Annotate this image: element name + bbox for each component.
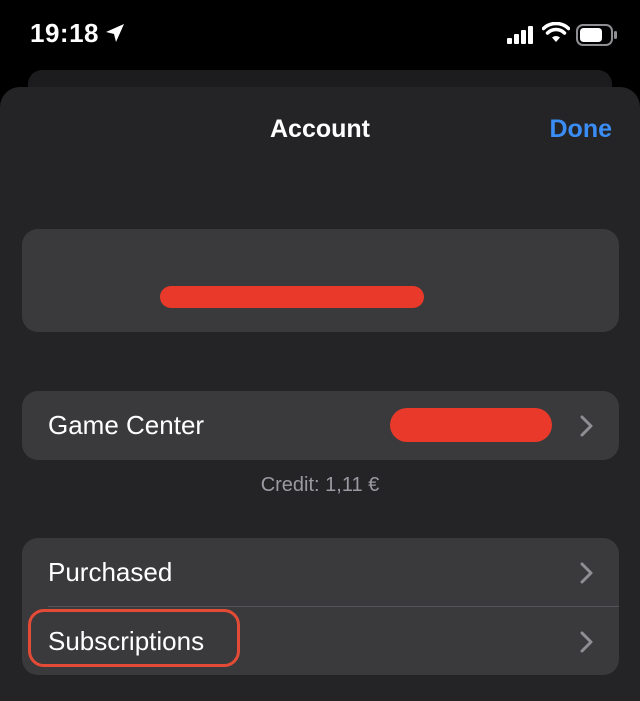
app-store-account-screen: 19:18 Account Done Game Center Credit: 1… bbox=[0, 0, 640, 701]
sheet-title: Account bbox=[270, 115, 370, 143]
chevron-right-icon bbox=[580, 415, 593, 436]
purchased-label: Purchased bbox=[48, 557, 173, 587]
subscriptions-row[interactable]: Subscriptions bbox=[22, 607, 619, 675]
subscriptions-label: Subscriptions bbox=[48, 626, 205, 656]
game-center-card: Game Center bbox=[22, 391, 619, 460]
redacted-game-center-name bbox=[390, 408, 552, 442]
battery-icon bbox=[576, 24, 617, 46]
account-profile-card[interactable] bbox=[22, 229, 619, 332]
done-button[interactable]: Done bbox=[550, 115, 613, 144]
status-bar: 19:18 bbox=[0, 0, 640, 72]
credit-balance: Credit: 1,11 € bbox=[260, 474, 380, 496]
game-center-row[interactable]: Game Center bbox=[22, 391, 619, 460]
cellular-signal-icon bbox=[507, 26, 533, 44]
wifi-icon bbox=[542, 22, 570, 42]
chevron-right-icon bbox=[580, 631, 593, 652]
redacted-account-name bbox=[160, 286, 424, 308]
chevron-right-icon bbox=[580, 562, 593, 583]
location-arrow-icon bbox=[106, 24, 124, 42]
purchases-list: Purchased Subscriptions bbox=[22, 538, 619, 675]
game-center-label: Game Center bbox=[48, 410, 205, 440]
account-sheet: Account Done Game Center Credit: 1,11 € … bbox=[0, 87, 640, 701]
purchased-row[interactable]: Purchased bbox=[22, 538, 619, 607]
status-time: 19:18 bbox=[30, 18, 99, 48]
